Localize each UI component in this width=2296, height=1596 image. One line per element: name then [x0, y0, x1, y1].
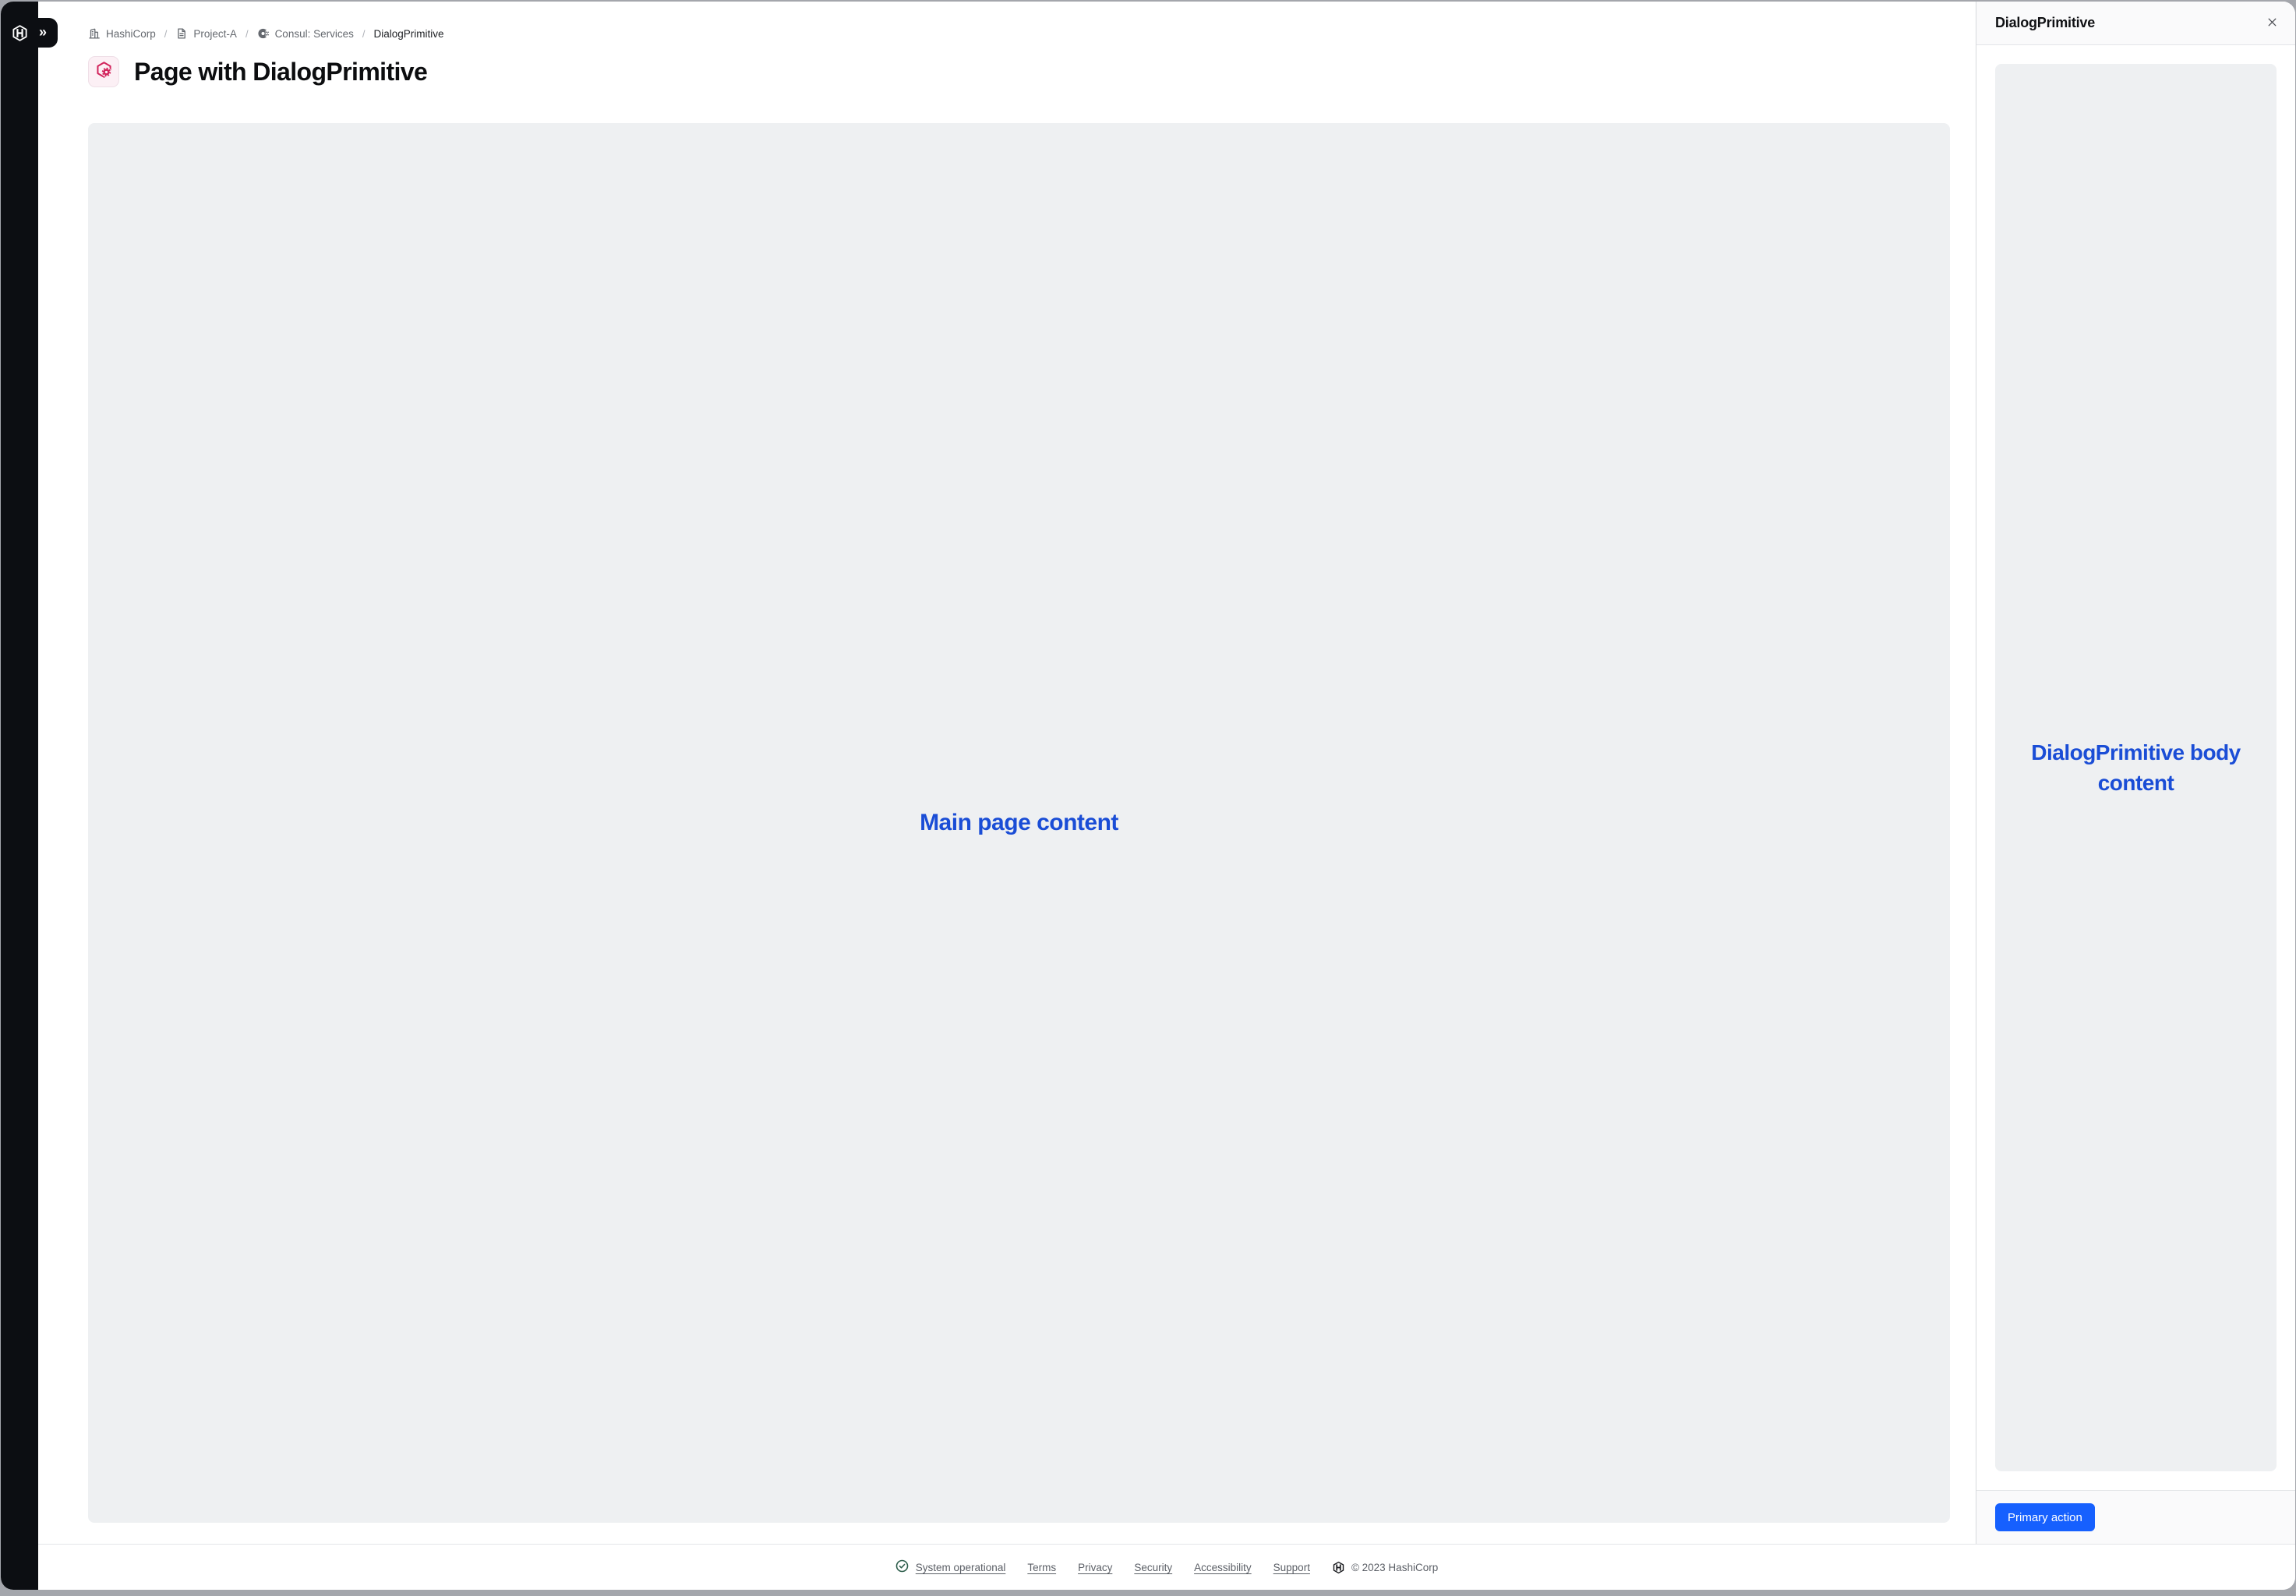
primary-action-button[interactable]: Primary action: [1995, 1503, 2095, 1531]
consul-icon: [257, 27, 270, 40]
dialog-close-button[interactable]: [2263, 13, 2281, 34]
dialog-body: DialogPrimitive body content: [1976, 45, 2295, 1490]
dialog-title: DialogPrimitive: [1995, 15, 2263, 31]
chevrons-right-icon: »: [39, 24, 47, 40]
footer-link-accessibility[interactable]: Accessibility: [1194, 1562, 1252, 1573]
org-building-icon: [88, 27, 101, 40]
dialog-panel: DialogPrimitive DialogPrimitive body con…: [1976, 2, 2295, 1544]
sidebar-expand-button[interactable]: »: [39, 25, 47, 39]
app-frame: » HashiCorp: [1, 2, 2295, 1590]
app-footer: System operational Terms Privacy Securit…: [38, 1544, 2295, 1590]
main-page: HashiCorp / Project-A /: [38, 2, 1976, 1544]
main-column: HashiCorp / Project-A /: [38, 2, 2295, 1590]
footer-link-privacy[interactable]: Privacy: [1078, 1562, 1112, 1573]
breadcrumb: HashiCorp / Project-A /: [88, 27, 1950, 40]
system-status-link[interactable]: System operational: [895, 1559, 1006, 1575]
sidebar-header-tab: »: [1, 18, 58, 48]
content-row: HashiCorp / Project-A /: [38, 2, 2295, 1544]
breadcrumb-item-consul-services[interactable]: Consul: Services: [257, 27, 354, 40]
copyright-text: © 2023 HashiCorp: [1351, 1562, 1438, 1573]
hexagon-gear-icon: [95, 61, 113, 83]
close-x-icon: [2266, 16, 2278, 30]
breadcrumb-separator: /: [362, 28, 366, 40]
page-title-icon-tile: [88, 56, 119, 87]
hashicorp-logo-icon: [1, 24, 38, 42]
dialog-body-placeholder: DialogPrimitive body content: [1995, 64, 2277, 1471]
breadcrumb-separator: /: [164, 28, 168, 40]
breadcrumb-label: DialogPrimitive: [373, 28, 443, 40]
page-title: Page with DialogPrimitive: [134, 58, 427, 87]
footer-link-support[interactable]: Support: [1273, 1562, 1310, 1573]
footer-link-terms[interactable]: Terms: [1027, 1562, 1056, 1573]
file-icon: [175, 27, 188, 40]
check-circle-icon: [895, 1559, 909, 1575]
sidebar-rail: [1, 2, 38, 1590]
dialog-header: DialogPrimitive: [1976, 2, 2295, 45]
breadcrumb-item-current: DialogPrimitive: [373, 28, 443, 40]
main-content-placeholder: Main page content: [88, 123, 1950, 1523]
breadcrumb-label: Project-A: [193, 28, 237, 40]
dialog-footer: Primary action: [1976, 1490, 2295, 1544]
breadcrumb-label: HashiCorp: [106, 28, 156, 40]
dialog-placeholder-text: DialogPrimitive body content: [2019, 737, 2253, 798]
breadcrumb-label: Consul: Services: [275, 28, 354, 40]
footer-copyright: © 2023 HashiCorp: [1332, 1561, 1438, 1574]
breadcrumb-separator: /: [245, 28, 249, 40]
main-placeholder-text: Main page content: [920, 807, 1118, 839]
breadcrumb-item-hashicorp[interactable]: HashiCorp: [88, 27, 156, 40]
breadcrumb-item-project-a[interactable]: Project-A: [175, 27, 237, 40]
page-header: Page with DialogPrimitive: [88, 56, 1950, 87]
status-label: System operational: [916, 1562, 1006, 1573]
hashicorp-logo-icon: [1332, 1561, 1345, 1574]
footer-link-security[interactable]: Security: [1134, 1562, 1172, 1573]
